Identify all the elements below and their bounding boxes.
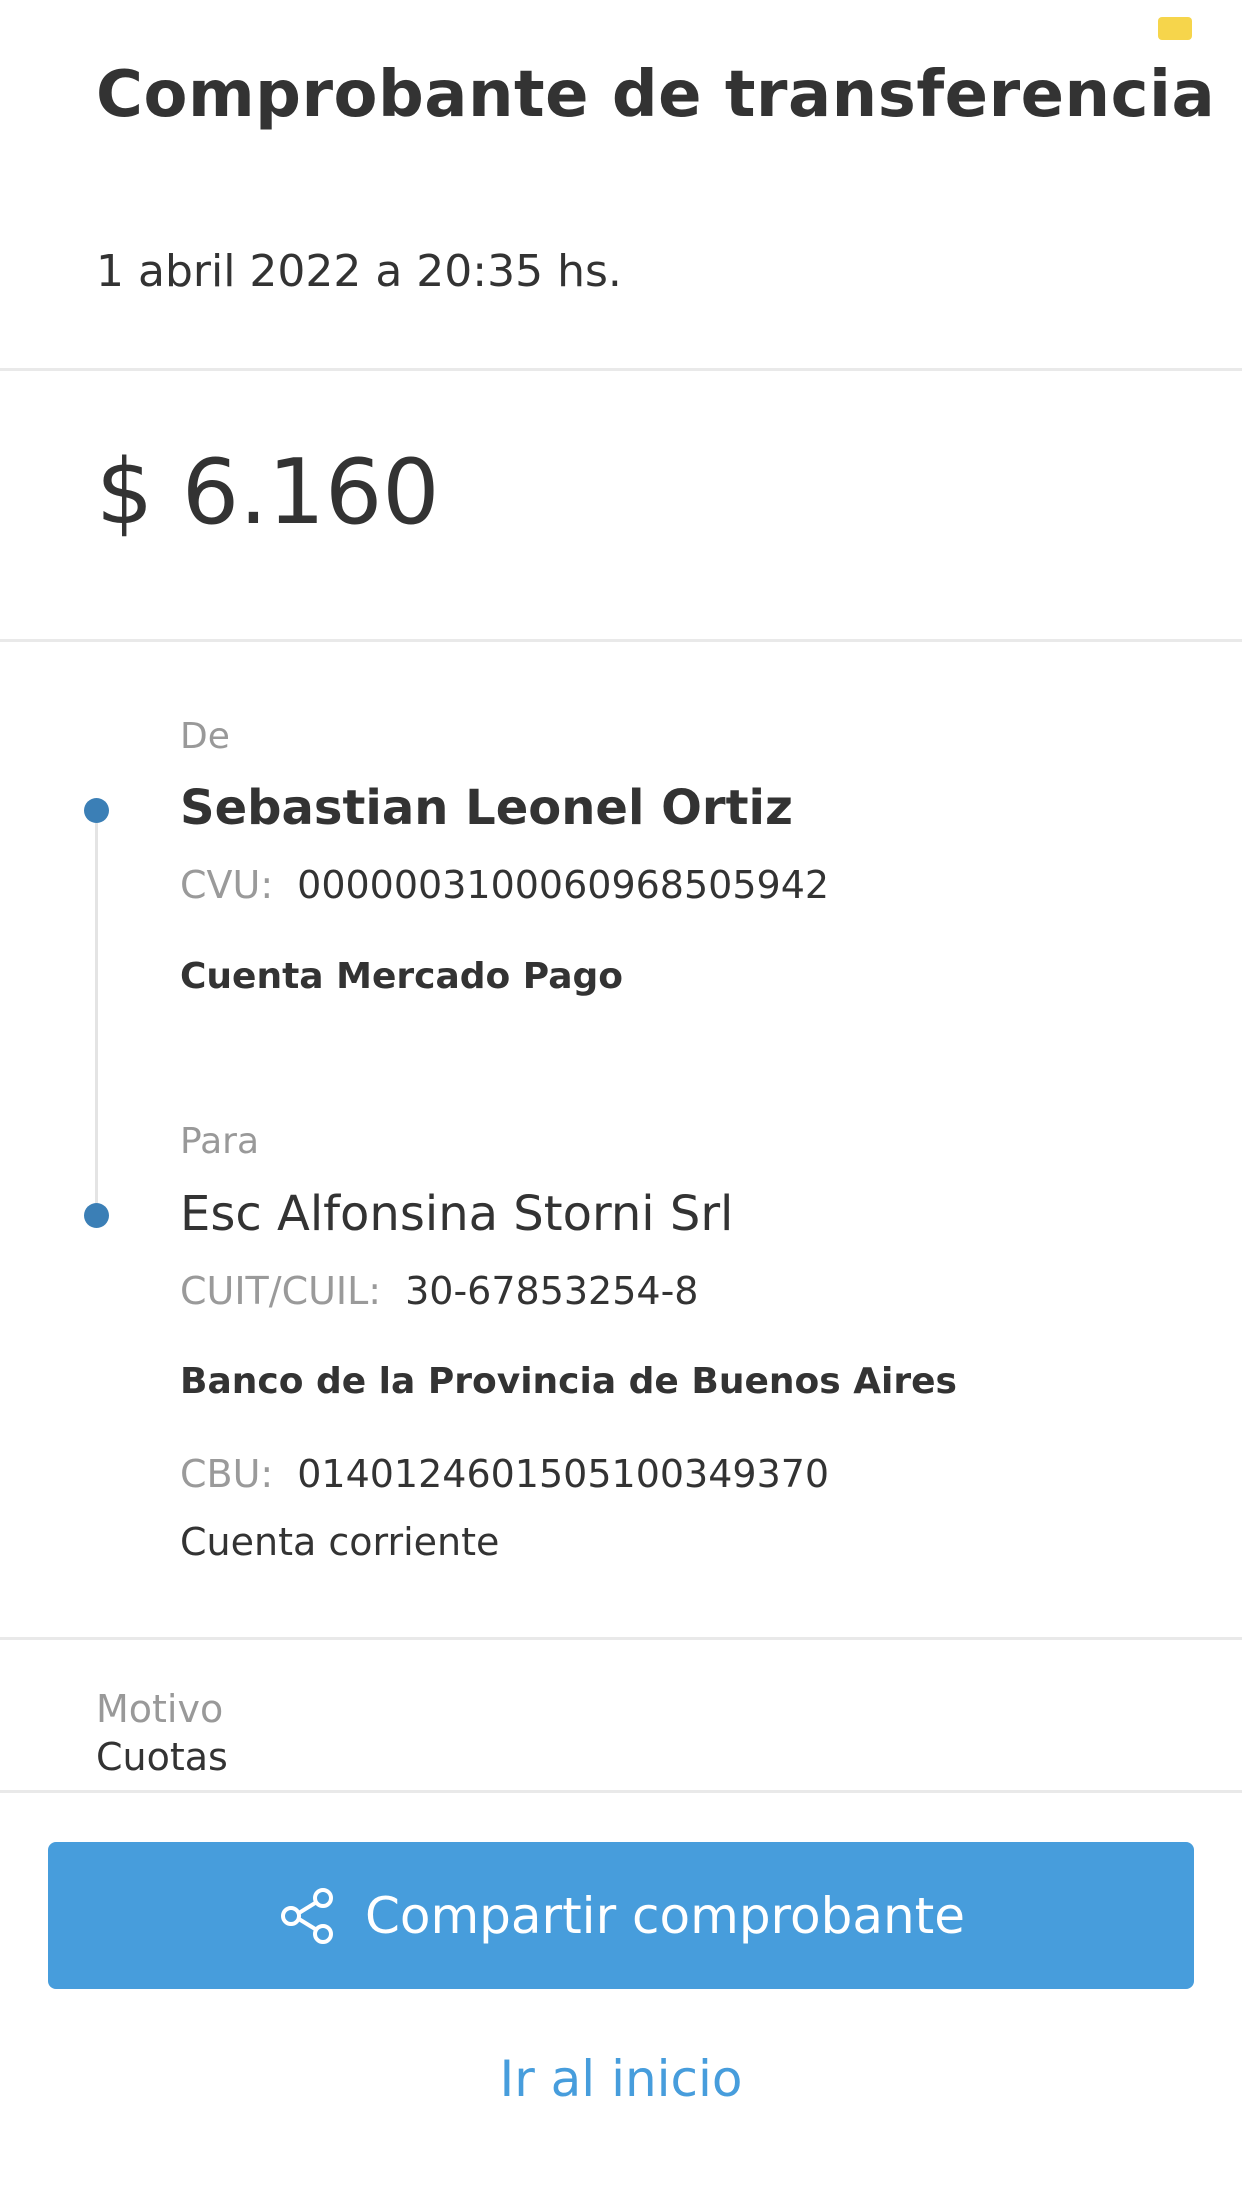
sender-name: Sebastian Leonel Ortiz (180, 780, 793, 836)
recipient-cbu: CBU: 0140124601505100349370 (180, 1452, 829, 1496)
recipient-cbu-value: 0140124601505100349370 (297, 1452, 830, 1496)
divider (0, 368, 1242, 371)
share-receipt-button[interactable]: Compartir comprobante (48, 1842, 1194, 1989)
transfer-amount: $ 6.160 (96, 440, 440, 545)
sender-cvu-value: 0000003100060968505942 (297, 863, 830, 907)
recipient-bank: Banco de la Provincia de Buenos Aires (180, 1361, 957, 1402)
to-label: Para (180, 1121, 260, 1162)
motivo-label: Motivo (96, 1687, 224, 1731)
divider (0, 1790, 1242, 1793)
timeline-dot-to (84, 1203, 109, 1228)
status-badge (1158, 17, 1192, 40)
share-icon (277, 1886, 337, 1946)
transfer-datetime: 1 abril 2022 a 20:35 hs. (96, 246, 622, 297)
go-home-link[interactable]: Ir al inicio (0, 2050, 1242, 2108)
timeline-line (95, 810, 98, 1215)
recipient-account-type: Cuenta corriente (180, 1520, 500, 1564)
divider (0, 1637, 1242, 1640)
share-receipt-label: Compartir comprobante (364, 1886, 966, 1945)
from-label: De (180, 716, 230, 757)
divider (0, 639, 1242, 642)
page-title: Comprobante de transferencia (96, 58, 1216, 132)
sender-cvu: CVU: 0000003100060968505942 (180, 863, 829, 907)
recipient-cuit: CUIT/CUIL: 30-67853254-8 (180, 1269, 698, 1313)
sender-account: Cuenta Mercado Pago (180, 956, 624, 997)
recipient-cbu-label: CBU: (180, 1452, 274, 1496)
timeline-dot-from (84, 798, 109, 823)
recipient-name: Esc Alfonsina Storni Srl (180, 1186, 734, 1242)
recipient-cuit-value: 30-67853254-8 (405, 1269, 699, 1313)
recipient-cuit-label: CUIT/CUIL: (180, 1269, 382, 1313)
motivo-value: Cuotas (96, 1735, 228, 1779)
sender-cvu-label: CVU: (180, 863, 274, 907)
